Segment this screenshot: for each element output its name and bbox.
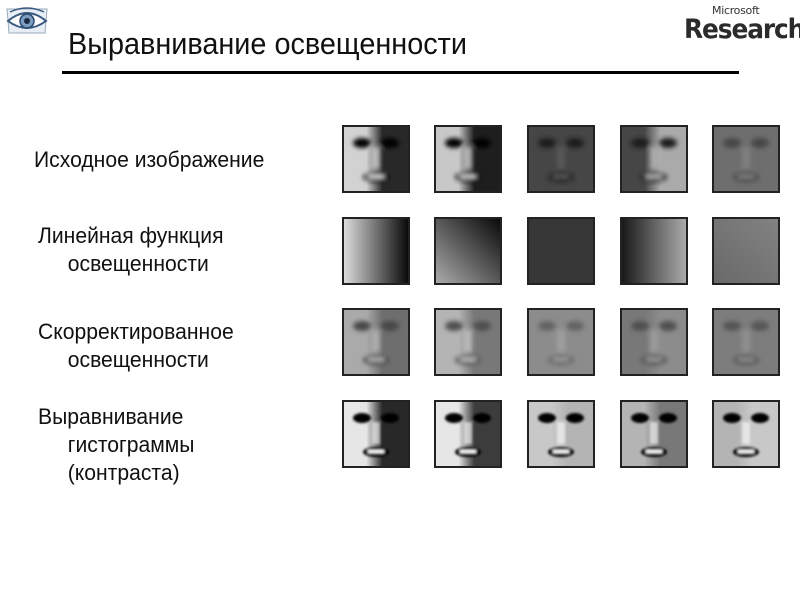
linear-gradient-1-image <box>344 219 408 283</box>
face-equalized-5-image <box>714 402 778 466</box>
linear-gradient-3 <box>527 217 595 285</box>
linear-gradient-1 <box>342 217 410 285</box>
face-original-3 <box>527 125 595 193</box>
face-original-4-image <box>622 127 686 191</box>
row-label-line: гистограммы <box>67 432 195 457</box>
face-corrected-3 <box>527 308 595 376</box>
face-equalized-1-image <box>344 402 408 466</box>
face-original-1 <box>342 125 410 193</box>
row-label-line: (контраста) <box>67 460 180 485</box>
face-corrected-5-image <box>714 310 778 374</box>
linear-gradient-4 <box>620 217 688 285</box>
linear-gradient-5-image <box>714 219 778 283</box>
linear-gradient-2-image <box>436 219 500 283</box>
row-label-line: освещенности <box>67 251 209 276</box>
row-label-linear-illumination: Линейная функция освещенности <box>38 222 224 278</box>
row-label-histogram-equalization: Выравнивание гистограммы (контраста) <box>38 403 194 487</box>
eye-logo-icon <box>6 7 48 34</box>
microsoft-research-logo: Microsoft Research <box>676 2 800 46</box>
face-corrected-3-image <box>529 310 593 374</box>
title-underline <box>62 71 739 74</box>
linear-gradient-5 <box>712 217 780 285</box>
row-label-line: Выравнивание <box>38 404 184 429</box>
face-equalized-1 <box>342 400 410 468</box>
face-equalized-4 <box>620 400 688 468</box>
face-corrected-1 <box>342 308 410 376</box>
face-equalized-2-image <box>436 402 500 466</box>
linear-gradient-3-image <box>529 219 593 283</box>
face-original-3-image <box>529 127 593 191</box>
face-equalized-5 <box>712 400 780 468</box>
row-label-line: Скорректированное <box>38 319 234 344</box>
face-corrected-5 <box>712 308 780 376</box>
face-corrected-4 <box>620 308 688 376</box>
row-label-line: освещенности <box>67 347 209 372</box>
face-original-5 <box>712 125 780 193</box>
row-label-corrected: Скорректированное освещенности <box>38 318 234 374</box>
face-corrected-2 <box>434 308 502 376</box>
slide-title: Выравнивание освещенности <box>68 26 467 61</box>
face-original-1-image <box>344 127 408 191</box>
face-original-2-image <box>436 127 500 191</box>
face-equalized-3-image <box>529 402 593 466</box>
face-equalized-3 <box>527 400 595 468</box>
face-equalized-4-image <box>622 402 686 466</box>
face-original-4 <box>620 125 688 193</box>
face-corrected-1-image <box>344 310 408 374</box>
face-corrected-4-image <box>622 310 686 374</box>
face-original-2 <box>434 125 502 193</box>
face-corrected-2-image <box>436 310 500 374</box>
face-original-5-image <box>714 127 778 191</box>
row-label-line: Исходное изображение <box>34 147 265 172</box>
logo-research-text: Research <box>684 14 800 45</box>
row-label-original: Исходное изображение <box>34 146 264 174</box>
linear-gradient-2 <box>434 217 502 285</box>
row-label-line: Линейная функция <box>38 223 224 248</box>
linear-gradient-4-image <box>622 219 686 283</box>
face-equalized-2 <box>434 400 502 468</box>
